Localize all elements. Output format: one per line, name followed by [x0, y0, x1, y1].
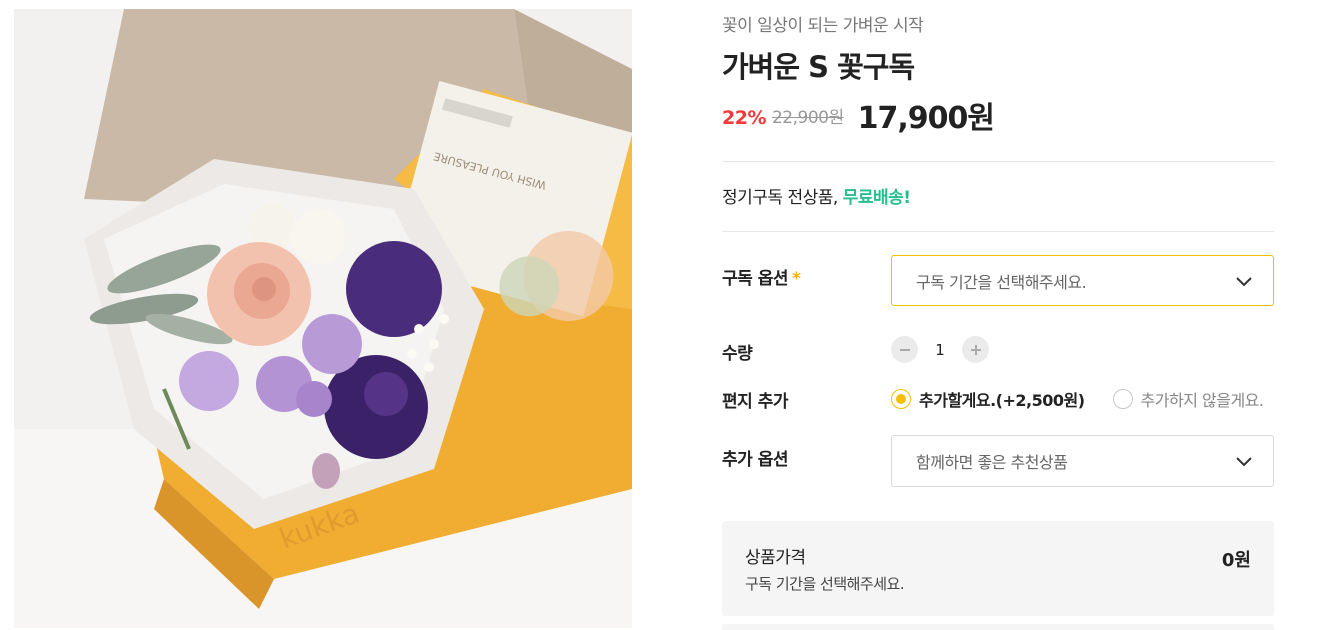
- summary-title: 상품가격: [745, 548, 806, 568]
- chevron-down-icon: [1236, 276, 1252, 286]
- product-info-panel: 꽃이 일상이 되는 가벼운 시작 가벼운 S 꽃구독 22% 22,900원 1…: [722, 0, 1274, 630]
- letter-skip-label: 추가하지 않을게요.: [1140, 391, 1264, 410]
- letter-skip-radio[interactable]: 추가하지 않을게요.: [1112, 387, 1264, 411]
- letter-option-label: 편지 추가: [722, 392, 788, 412]
- required-mark: *: [791, 269, 801, 289]
- product-subtitle: 꽃이 일상이 되는 가벼운 시작: [722, 16, 924, 36]
- quantity-increase-button[interactable]: [962, 336, 989, 363]
- quantity-label: 수량: [722, 344, 753, 364]
- shipping-notice: 정기구독 전상품, 무료배송!: [722, 183, 911, 208]
- discount-rate: 22%: [722, 107, 766, 129]
- subscription-option-label: 구독 옵션 *: [722, 264, 801, 289]
- minus-icon: [899, 348, 910, 351]
- chevron-down-icon: [1236, 457, 1252, 467]
- plus-icon: [970, 344, 981, 355]
- extra-option-label: 추가 옵션: [722, 450, 788, 470]
- shipping-prefix: 정기구독 전상품,: [722, 188, 843, 208]
- sale-price: 17,900원: [857, 101, 995, 136]
- summary-price: 0원: [1221, 550, 1251, 571]
- subscription-period-select[interactable]: 구독 기간을 선택해주세요.: [891, 255, 1274, 306]
- divider: [722, 231, 1274, 232]
- quantity-stepper: 1: [891, 336, 989, 363]
- price-summary: 상품가격 구독 기간을 선택해주세요. 0원: [722, 521, 1274, 616]
- letter-add-label: 추가할게요.(+2,500원): [919, 391, 1085, 410]
- letter-radio-group: 추가할게요.(+2,500원) 추가하지 않을게요.: [891, 387, 1264, 411]
- free-shipping-badge: 무료배송!: [842, 188, 911, 208]
- subscription-option-text: 구독 옵션: [722, 269, 788, 289]
- product-title: 가벼운 S 꽃구독: [722, 50, 915, 84]
- flower-box-illustration: WISH YOU PLEASURE kukka: [14, 9, 632, 628]
- subscription-period-placeholder: 구독 기간을 선택해주세요.: [916, 272, 1087, 292]
- letter-add-radio[interactable]: 추가할게요.(+2,500원): [891, 387, 1085, 411]
- original-price: 22,900원: [771, 108, 844, 128]
- product-image: WISH YOU PLEASURE kukka: [14, 9, 632, 628]
- extra-option-select[interactable]: 함께하면 좋은 추천상품: [891, 435, 1274, 487]
- divider: [722, 161, 1274, 162]
- summary-sub: 구독 기간을 선택해주세요.: [745, 575, 905, 593]
- radio-unchecked-icon: [1112, 389, 1133, 409]
- extra-option-placeholder: 함께하면 좋은 추천상품: [916, 453, 1068, 472]
- quantity-decrease-button[interactable]: [891, 336, 918, 363]
- quantity-value: 1: [935, 340, 945, 359]
- radio-checked-icon: [891, 389, 911, 409]
- next-summary-box: [722, 624, 1274, 630]
- price-row: 22% 22,900원 17,900원: [722, 97, 995, 137]
